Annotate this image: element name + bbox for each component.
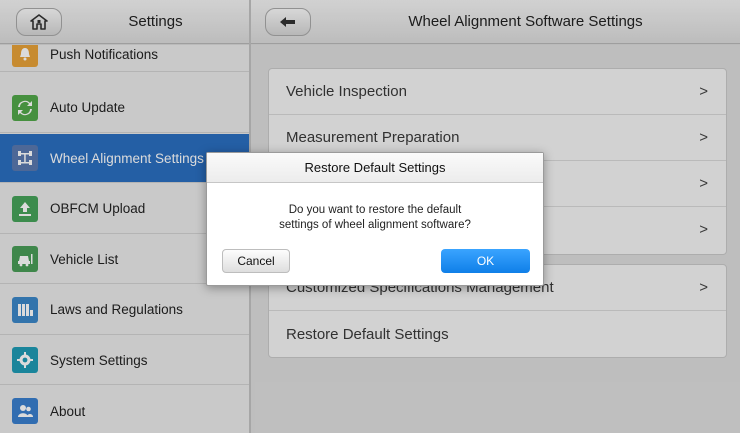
dialog-title: Restore Default Settings (207, 153, 543, 183)
restore-default-dialog: Restore Default Settings Do you want to … (206, 152, 544, 286)
dialog-message-line-1: Do you want to restore the default (288, 204, 462, 216)
dialog-message-line-2: settings of wheel alignment software? (279, 219, 471, 231)
dialog-message: Do you want to restore the default setti… (207, 203, 543, 233)
cancel-button[interactable]: Cancel (222, 249, 290, 273)
ok-button[interactable]: OK (441, 249, 530, 273)
